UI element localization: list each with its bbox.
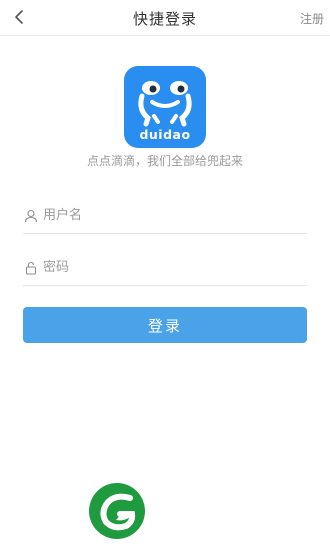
password-field	[23, 250, 307, 286]
login-button[interactable]: 登录	[23, 307, 307, 343]
page-title: 快捷登录	[132, 10, 197, 28]
register-link[interactable]: 注册	[300, 10, 324, 27]
username-field	[23, 198, 307, 234]
tagline: 点点滴滴，我们全部给兜起来	[86, 154, 243, 168]
username-input[interactable]	[43, 201, 293, 230]
password-input[interactable]	[43, 253, 293, 282]
login-screen: 快捷登录 注册 duidao 点点滴滴，我们全部给兜起来 用户名 登录	[0, 0, 330, 550]
leaf-logo-icon	[86, 480, 148, 542]
app-logo: duidao	[124, 66, 206, 148]
user-icon	[23, 208, 39, 224]
top-nav-bar: 快捷登录 注册	[0, 0, 330, 36]
lock-icon	[23, 260, 39, 276]
logo-wordmark: duidao	[139, 127, 191, 142]
